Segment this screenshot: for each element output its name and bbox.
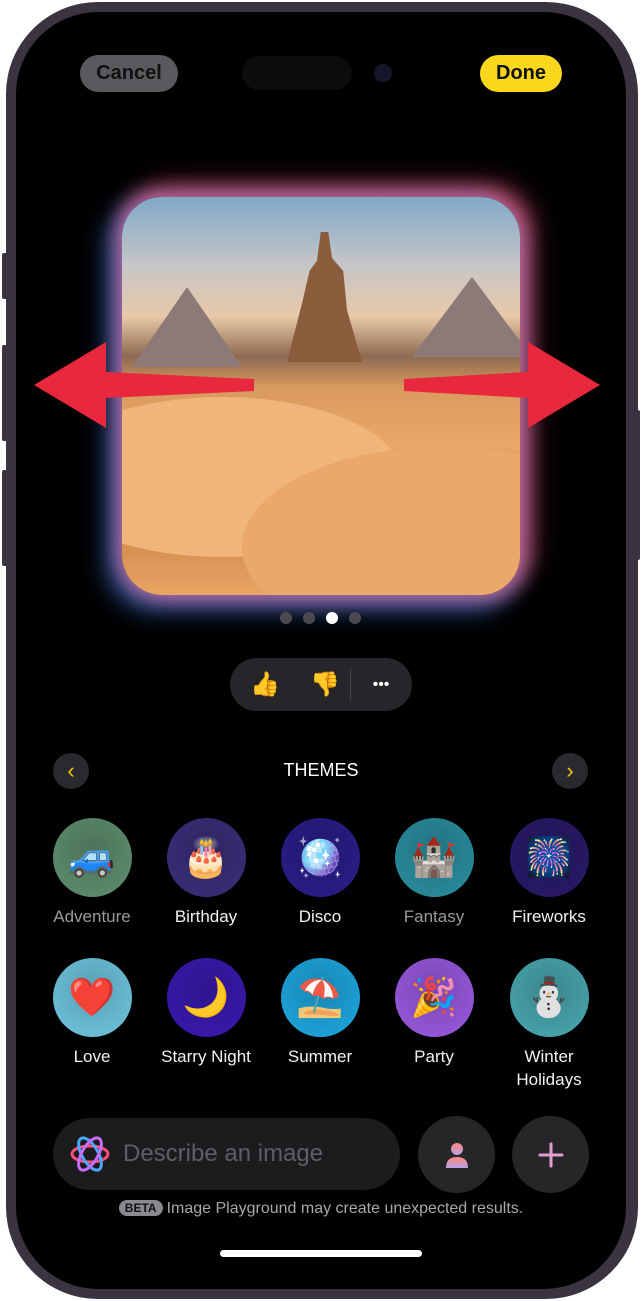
theme-starry-night[interactable]: 🌙 Starry Night (149, 958, 263, 1068)
theme-birthday[interactable]: 🎂 Birthday (149, 818, 263, 928)
page-indicator[interactable] (280, 612, 361, 624)
theme-image-icon: 🎂 (182, 836, 230, 879)
thumbs-down-icon[interactable]: 👎 (300, 670, 350, 699)
theme-label: Love (73, 1047, 111, 1066)
left-arrow (34, 342, 254, 428)
plus-icon (538, 1142, 563, 1167)
theme-image-icon: 🌙 (182, 976, 230, 1019)
more-icon[interactable]: ••• (351, 676, 411, 694)
theme-label: Starry Night (161, 1047, 251, 1066)
beta-disclaimer: BETA Image Playground may create unexpect… (16, 1200, 626, 1218)
describe-image-input[interactable]: Describe an image (53, 1118, 400, 1190)
cancel-button[interactable]: Cancel (80, 55, 178, 92)
theme-image-icon: ❤️ (68, 976, 116, 1019)
theme-disco[interactable]: 🪩 Disco (263, 818, 377, 928)
theme-image-icon: 🎉 (410, 976, 458, 1019)
theme-thumbnail: 🎉 (394, 958, 474, 1037)
theme-thumbnail: 🚙 (52, 818, 132, 897)
theme-thumbnail: 🎂 (166, 818, 246, 897)
theme-image-icon: 🎆 (525, 836, 573, 879)
theme-label: Winter Holidays (516, 1047, 582, 1089)
theme-thumbnail: 🎆 (509, 818, 589, 897)
theme-image-icon: 🚙 (68, 836, 116, 879)
theme-image-icon: 🏰 (410, 836, 458, 879)
input-placeholder: Describe an image (123, 1140, 324, 1167)
image-playground-icon (70, 1136, 110, 1172)
theme-thumbnail: 🪩 (280, 818, 360, 897)
camera (374, 64, 392, 82)
theme-love[interactable]: ❤️ Love (35, 958, 149, 1068)
theme-winter-holidays[interactable]: ⛄ Winter Holidays (492, 958, 606, 1091)
person-icon (445, 1142, 468, 1168)
screen: Cancel Done 👍 👎 ••• ‹ THEMES › 🚙 Adventur… (16, 12, 626, 1289)
theme-label: Adventure (53, 907, 131, 926)
beta-badge: BETA (118, 1200, 163, 1216)
add-button[interactable] (512, 1116, 589, 1193)
theme-fantasy[interactable]: 🏰 Fantasy (377, 818, 491, 928)
theme-thumbnail: ❤️ (52, 958, 132, 1037)
theme-thumbnail: 🏰 (394, 818, 474, 897)
theme-thumbnail: 🌙 (166, 958, 246, 1037)
home-indicator[interactable] (220, 1250, 422, 1257)
page-dot[interactable] (280, 612, 292, 624)
theme-thumbnail: ⛄ (509, 958, 589, 1037)
themes-next-button[interactable]: › (552, 753, 588, 789)
theme-image-icon: 🪩 (296, 836, 344, 879)
theme-image-icon: ⛱️ (296, 976, 344, 1019)
theme-label: Party (414, 1047, 454, 1066)
page-dot-active[interactable] (326, 612, 338, 624)
right-arrow (404, 342, 600, 428)
theme-summer[interactable]: ⛱️ Summer (263, 958, 377, 1068)
thumbs-up-icon[interactable]: 👍 (230, 670, 300, 699)
theme-label: Summer (287, 1047, 353, 1066)
theme-label: Fantasy (403, 907, 465, 926)
theme-image-icon: ⛄ (525, 976, 573, 1019)
page-dot[interactable] (303, 612, 315, 624)
annotation-arrows (34, 342, 600, 428)
theme-fireworks[interactable]: 🎆 Fireworks (492, 818, 606, 928)
dynamic-island (242, 56, 352, 90)
disclaimer-text: Image Playground may create unexpected r… (166, 1200, 524, 1217)
theme-label: Birthday (174, 907, 238, 926)
theme-party[interactable]: 🎉 Party (377, 958, 491, 1068)
person-button[interactable] (418, 1116, 495, 1193)
done-button[interactable]: Done (480, 55, 562, 92)
feedback-bar: 👍 👎 ••• (230, 658, 412, 711)
theme-label: Fireworks (512, 907, 586, 926)
themes-title: THEMES (283, 760, 359, 780)
theme-adventure[interactable]: 🚙 Adventure (35, 818, 149, 928)
page-dot[interactable] (349, 612, 361, 624)
theme-thumbnail: ⛱️ (280, 958, 360, 1037)
theme-label: Disco (298, 907, 342, 926)
